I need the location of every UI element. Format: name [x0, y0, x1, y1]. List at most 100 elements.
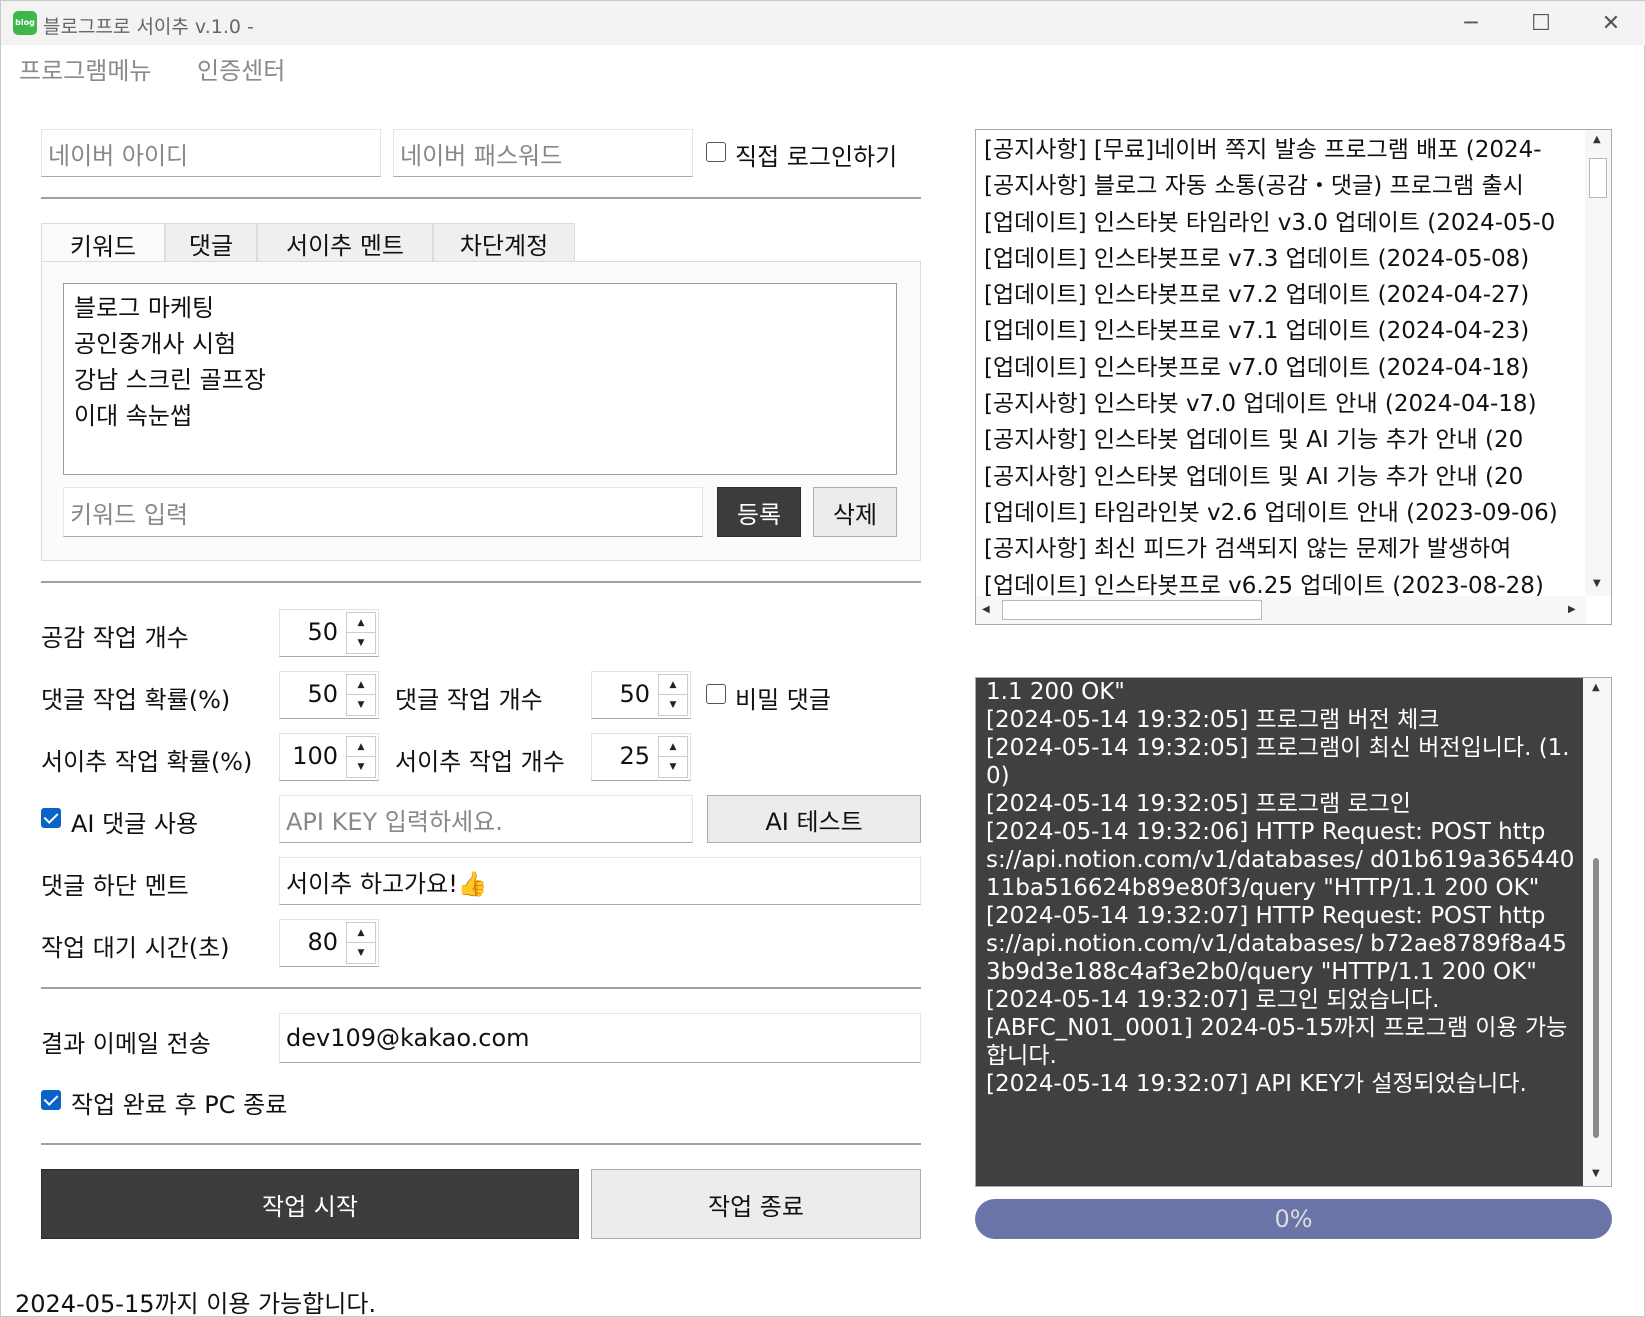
divider — [41, 197, 921, 199]
stop-button[interactable]: 작업 종료 — [591, 1169, 921, 1239]
list-item[interactable]: 강남 스크린 골프장 — [74, 362, 886, 398]
tab-neighbor-ment[interactable]: 서이추 멘트 — [257, 223, 433, 263]
chevron-right-icon[interactable]: ▶ — [1568, 604, 1576, 615]
list-item[interactable]: [공지사항] 블로그 자동 소통(공감・댓글) 프로그램 출시 — [984, 168, 1584, 204]
list-item[interactable]: [업데이트] 타임라인봇 v2.6 업데이트 안내 (2023-09-06) — [984, 495, 1584, 531]
chevron-down-icon[interactable]: ▼ — [1593, 578, 1601, 589]
ai-comment-checkbox[interactable] — [41, 808, 61, 828]
log-vertical-scrollbar[interactable]: ▲ ▼ — [1583, 678, 1611, 1186]
list-item[interactable]: 블로그 마케팅 — [74, 290, 886, 326]
api-key-input[interactable]: API KEY 입력하세요. — [279, 795, 693, 843]
minimize-button[interactable]: ─ — [1441, 7, 1501, 39]
menu-program[interactable]: 프로그램메뉴 — [19, 51, 151, 86]
chevron-down-icon[interactable]: ▼ — [659, 757, 687, 777]
footer-ment-input[interactable]: 서이추 하고가요!👍 — [279, 857, 921, 905]
log-line: [ABFC_N01_0001] 2024-05-15까지 프로그램 이용 가능합… — [986, 1015, 1568, 1069]
like-count-value: 50 — [307, 618, 338, 646]
list-item[interactable]: [업데이트] 인스타봇프로 v7.3 업데이트 (2024-05-08) — [984, 241, 1584, 277]
chevron-up-icon[interactable]: ▲ — [347, 613, 375, 633]
chevron-down-icon[interactable]: ▼ — [347, 633, 375, 653]
list-item[interactable]: [업데이트] 인스타봇프로 v7.0 업데이트 (2024-04-18) — [984, 350, 1584, 386]
chevron-down-icon[interactable]: ▼ — [347, 943, 375, 963]
notice-list-box[interactable]: [공지사항] [무료]네이버 쪽지 발송 프로그램 배포 (2024- [공지사… — [975, 129, 1612, 625]
chevron-down-icon[interactable]: ▼ — [659, 695, 687, 715]
scroll-thumb[interactable] — [1593, 858, 1599, 1138]
wait-time-label: 작업 대기 시간(초) — [41, 934, 230, 962]
direct-login-checkbox[interactable] — [706, 142, 726, 162]
stepper-buttons: ▲ ▼ — [346, 922, 376, 964]
tab-comment[interactable]: 댓글 — [165, 223, 257, 263]
ai-comment-label: AI 댓글 사용 — [71, 810, 199, 838]
naver-id-input[interactable]: 네이버 아이디 — [41, 129, 381, 177]
menu-auth-center[interactable]: 인증센터 — [197, 51, 285, 86]
chevron-up-icon[interactable]: ▲ — [1593, 134, 1601, 145]
direct-login-label: 직접 로그인하기 — [735, 143, 898, 171]
log-box[interactable]: 1.1 200 OK" [2024-05-14 19:32:05] 프로그램 버… — [975, 677, 1612, 1187]
log-line: [2024-05-14 19:32:05] 프로그램이 최신 버전입니다. (1… — [986, 735, 1570, 789]
list-item[interactable]: [공지사항] [무료]네이버 쪽지 발송 프로그램 배포 (2024- — [984, 132, 1584, 168]
tab-keyword[interactable]: 키워드 — [41, 223, 165, 265]
list-item[interactable]: 공인중개사 시험 — [74, 326, 886, 362]
chevron-up-icon[interactable]: ▲ — [347, 737, 375, 757]
notice-horizontal-scrollbar[interactable]: ◀ ▶ — [976, 596, 1586, 624]
register-button[interactable]: 등록 — [717, 487, 801, 537]
keyword-input[interactable]: 키워드 입력 — [63, 487, 703, 537]
comment-count-stepper[interactable]: 50 ▲ ▼ — [591, 671, 691, 719]
log-line: [2024-05-14 19:32:05] 프로그램 로그인 — [986, 791, 1411, 817]
naver-password-input[interactable]: 네이버 패스워드 — [393, 129, 693, 177]
scroll-thumb[interactable] — [1002, 600, 1262, 620]
notice-list: [공지사항] [무료]네이버 쪽지 발송 프로그램 배포 (2024- [공지사… — [984, 132, 1584, 604]
chevron-up-icon[interactable]: ▲ — [659, 675, 687, 695]
shutdown-label: 작업 완료 후 PC 종료 — [71, 1091, 288, 1119]
scroll-thumb[interactable] — [1589, 158, 1607, 198]
log-line: 1.1 200 OK" — [986, 679, 1125, 705]
window-title: 블로그프로 서이추 v.1.0 - — [43, 16, 254, 38]
list-item[interactable]: [공지사항] 인스타봇 v7.0 업데이트 안내 (2024-04-18) — [984, 386, 1584, 422]
chevron-up-icon[interactable]: ▲ — [659, 737, 687, 757]
chevron-down-icon[interactable]: ▼ — [347, 757, 375, 777]
chevron-down-icon[interactable]: ▼ — [347, 695, 375, 715]
ai-test-button[interactable]: AI 테스트 — [707, 795, 921, 843]
list-item[interactable]: 이대 속눈썹 — [74, 398, 886, 434]
maximize-button[interactable]: ☐ — [1511, 7, 1571, 39]
comment-count-value: 50 — [619, 680, 650, 708]
neighbor-prob-label: 서이추 작업 확률(%) — [41, 748, 253, 776]
chevron-up-icon[interactable]: ▲ — [1592, 682, 1600, 693]
chevron-down-icon[interactable]: ▼ — [1592, 1168, 1600, 1179]
like-count-label: 공감 작업 개수 — [41, 624, 189, 652]
email-input[interactable]: dev109@kakao.com — [279, 1013, 921, 1063]
secret-comment-checkbox[interactable] — [706, 684, 726, 704]
comment-prob-stepper[interactable]: 50 ▲ ▼ — [279, 671, 379, 719]
divider — [41, 581, 921, 583]
start-button[interactable]: 작업 시작 — [41, 1169, 579, 1239]
chevron-up-icon[interactable]: ▲ — [347, 923, 375, 943]
secret-comment-label: 비밀 댓글 — [735, 686, 831, 714]
chevron-left-icon[interactable]: ◀ — [982, 604, 990, 615]
keyword-list[interactable]: 블로그 마케팅 공인중개사 시험 강남 스크린 골프장 이대 속눈썹 — [63, 283, 897, 475]
delete-button[interactable]: 삭제 — [813, 487, 897, 537]
list-item[interactable]: [공지사항] 최신 피드가 검색되지 않는 문제가 발생하여 — [984, 531, 1584, 567]
neighbor-prob-stepper[interactable]: 100 ▲ ▼ — [279, 733, 379, 781]
list-item[interactable]: [공지사항] 인스타봇 업데이트 및 AI 기능 추가 안내 (20 — [984, 459, 1584, 495]
wait-time-stepper[interactable]: 80 ▲ ▼ — [279, 919, 379, 967]
log-line: [2024-05-14 19:32:07] 로그인 되었습니다. — [986, 987, 1440, 1013]
like-count-stepper[interactable]: 50 ▲ ▼ — [279, 609, 379, 657]
list-item[interactable]: [공지사항] 인스타봇 업데이트 및 AI 기능 추가 안내 (20 — [984, 422, 1584, 458]
neighbor-count-value: 25 — [619, 742, 650, 770]
neighbor-count-stepper[interactable]: 25 ▲ ▼ — [591, 733, 691, 781]
menu-bar: 프로그램메뉴 인증센터 — [1, 45, 1645, 89]
divider — [41, 987, 921, 989]
list-item[interactable]: [업데이트] 인스타봇프로 v7.2 업데이트 (2024-04-27) — [984, 277, 1584, 313]
shutdown-checkbox[interactable] — [41, 1090, 61, 1110]
list-item[interactable]: [업데이트] 인스타봇 타임라인 v3.0 업데이트 (2024-05-0 — [984, 205, 1584, 241]
progress-bar: 0% — [975, 1199, 1612, 1239]
tab-blocked-accounts[interactable]: 차단계정 — [433, 223, 575, 263]
stepper-buttons: ▲ ▼ — [658, 736, 688, 778]
list-item[interactable]: [업데이트] 인스타봇프로 v7.1 업데이트 (2024-04-23) — [984, 313, 1584, 349]
chevron-up-icon[interactable]: ▲ — [347, 675, 375, 695]
email-label: 결과 이메일 전송 — [41, 1030, 211, 1058]
neighbor-prob-value: 100 — [292, 742, 338, 770]
comment-count-label: 댓글 작업 개수 — [395, 686, 543, 714]
close-button[interactable]: ✕ — [1581, 7, 1641, 39]
notice-vertical-scrollbar[interactable]: ▲ ▼ — [1585, 130, 1611, 596]
